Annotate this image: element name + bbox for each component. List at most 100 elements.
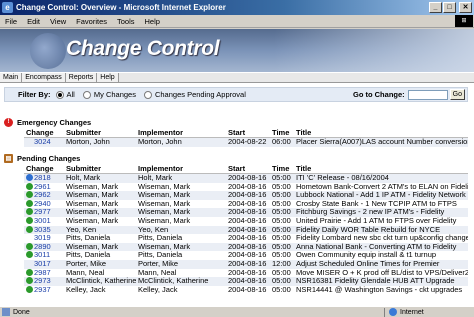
menu-favorites[interactable]: Favorites — [71, 17, 112, 26]
cell-change[interactable]: 3011 — [24, 251, 64, 260]
column-header-implementor: Implementor — [136, 128, 226, 138]
change-link[interactable]: 2937 — [34, 286, 51, 294]
table-row[interactable]: 2961 Wiseman, Mark Wiseman, Mark 2004-08-16… — [24, 182, 468, 192]
change-link[interactable]: 3017 — [34, 260, 51, 268]
close-button[interactable]: ✕ — [459, 2, 472, 13]
cell-title: Lubbock National - Add 1 IP ATM - Fideli… — [294, 191, 468, 200]
cell-start: 2004-08-16 — [228, 234, 267, 243]
menu-tools[interactable]: Tools — [112, 17, 140, 26]
cell-change[interactable]: 2937 — [24, 285, 64, 295]
go-button[interactable]: Go — [449, 89, 465, 100]
cell-change[interactable]: 3035 — [24, 225, 64, 235]
filter-option-pending-approval[interactable]: Changes Pending Approval — [143, 90, 246, 99]
cell-start: 2004-08-16 — [228, 182, 267, 191]
cell-change[interactable]: 3001 — [24, 216, 64, 226]
cell-change[interactable]: 2987 — [24, 268, 64, 278]
change-link[interactable]: 3035 — [34, 226, 51, 234]
banner-graphic — [30, 33, 66, 69]
filter-label: Filter By: — [18, 90, 51, 99]
filter-option-all[interactable]: All — [55, 90, 75, 99]
change-link[interactable]: 2890 — [34, 243, 51, 251]
table-row[interactable]: 3001 Wiseman, Mark Wiseman, Mark 2004-08-16… — [24, 216, 468, 226]
cell-change[interactable]: 2962 — [24, 191, 64, 200]
change-link[interactable]: 3011 — [34, 251, 50, 259]
cell-implementor: Kelley, Jack — [138, 285, 178, 294]
menu-edit[interactable]: Edit — [22, 17, 45, 26]
table-row[interactable]: 3019 Pitts, Daniela Pitts, Daniela 2004-08-… — [24, 234, 468, 243]
status-icon — [26, 216, 33, 224]
filter-option-my-changes[interactable]: My Changes — [82, 90, 136, 99]
change-link[interactable]: 3019 — [34, 234, 51, 242]
table-row[interactable]: 2973 McClintick, Katherine McClintick, Kat… — [24, 277, 468, 286]
maximize-button[interactable]: □ — [443, 2, 456, 13]
table-row[interactable]: 2987 Mann, Neal Mann, Neal 2004-08-16 05:00 M… — [24, 268, 468, 278]
menu-view[interactable]: View — [45, 17, 71, 26]
window-titlebar[interactable]: e Change Control: Overview - Microsoft I… — [0, 0, 474, 15]
cell-implementor: Holt, Mark — [136, 173, 226, 183]
status-icon — [26, 138, 33, 145]
table-row[interactable]: 2977 Wiseman, Mark Wiseman, Mark 2004-08-16… — [24, 208, 468, 217]
nav-tab-reports[interactable]: Reports — [65, 73, 98, 82]
menu-file[interactable]: File — [0, 17, 22, 26]
cell-time: 05:00 — [272, 268, 291, 277]
nav-tab-encompass[interactable]: Encompass — [22, 73, 66, 82]
table-row[interactable]: 3024 Morton, John Morton, John 2004-08-22 06… — [24, 137, 468, 147]
radio-all[interactable] — [55, 90, 64, 99]
cell-start: 2004-08-16 — [228, 268, 267, 277]
windows-flag-icon: ⊞ — [455, 15, 473, 27]
change-link[interactable]: 3001 — [34, 217, 51, 225]
cell-title: NSR14441 @ Washington Savings - ckt upgr… — [296, 285, 463, 294]
cell-time: 05:00 — [272, 234, 291, 243]
cell-change[interactable]: 2973 — [24, 277, 64, 286]
cell-change[interactable]: 3024 — [24, 137, 64, 147]
change-link[interactable]: 2962 — [34, 191, 51, 199]
cell-change[interactable]: 2940 — [24, 199, 64, 209]
emergency-table: Change Submitter Implementor Start Time Title… — [24, 128, 468, 147]
change-link[interactable]: 2973 — [34, 277, 51, 285]
table-row[interactable]: 2937 Kelley, Jack Kelley, Jack 2004-08-16 05… — [24, 285, 468, 295]
change-link[interactable]: 2961 — [34, 183, 51, 191]
table-row[interactable]: 3017 Porter, Mike Porter, Mike 2004-08-16 12… — [24, 259, 468, 269]
cell-time: 05:00 — [272, 216, 291, 225]
change-link[interactable]: 2977 — [34, 208, 51, 216]
nav-tab-main[interactable]: Main — [0, 73, 23, 82]
cell-change[interactable]: 3017 — [24, 259, 64, 269]
cell-change[interactable]: 2818 — [24, 173, 64, 183]
table-row[interactable]: 2940 Wiseman, Mark Wiseman, Mark 2004-08-16… — [24, 199, 468, 209]
table-row[interactable]: 2818 Holt, Mark Holt, Mark 2004-08-16 05:00 I… — [24, 173, 468, 183]
cell-start: 2004-08-16 — [228, 199, 267, 208]
emergency-heading: Emergency Changes — [17, 117, 92, 127]
change-link[interactable]: 2987 — [34, 269, 51, 277]
cell-start: 2004-08-16 — [226, 208, 270, 217]
cell-time: 05:00 — [270, 208, 294, 217]
table-row[interactable]: 3011 Pitts, Daniela Pitts, Daniela 2004-08-… — [24, 251, 468, 260]
table-row[interactable]: 2962 Wiseman, Mark Wiseman, Mark 2004-08-16… — [24, 191, 468, 200]
table-row[interactable]: 2890 Wiseman, Mark Wiseman, Mark 2004-08-16… — [24, 242, 468, 252]
change-link[interactable]: 2818 — [34, 174, 51, 183]
cell-submitter: Holt, Mark — [64, 173, 136, 183]
radio-my-changes[interactable] — [82, 90, 91, 99]
cell-time: 05:00 — [270, 277, 294, 286]
nav-tab-help[interactable]: Help — [97, 73, 119, 82]
change-link[interactable]: 3024 — [34, 138, 51, 147]
column-header-implementor: Implementor — [136, 164, 226, 174]
minimize-button[interactable]: _ — [429, 2, 442, 13]
column-header-time: Time — [270, 128, 294, 138]
cell-change[interactable]: 3019 — [24, 234, 64, 243]
cell-change[interactable]: 2890 — [24, 242, 64, 252]
cell-submitter: Yeo, Ken — [64, 225, 136, 235]
cell-time: 05:00 — [270, 225, 294, 235]
banner: Change Control — [0, 29, 474, 72]
change-link[interactable]: 2940 — [34, 200, 51, 208]
goto-change-input[interactable] — [407, 89, 448, 100]
status-bar: Done Internet — [0, 306, 474, 317]
menu-help[interactable]: Help — [140, 17, 165, 26]
cell-change[interactable]: 2977 — [24, 208, 64, 217]
table-row[interactable]: 3035 Yeo, Ken Yeo, Ken 2004-08-16 05:00 Fidel… — [24, 225, 468, 235]
alert-icon: ! — [4, 117, 13, 127]
cell-change[interactable]: 2961 — [24, 182, 64, 192]
cell-title: NSR16381 Fidelity Glendale HUB ATT Upgra… — [294, 277, 468, 286]
cell-implementor: Wiseman, Mark — [138, 199, 191, 208]
radio-pending-approval[interactable] — [143, 90, 152, 99]
status-icon — [26, 208, 33, 216]
